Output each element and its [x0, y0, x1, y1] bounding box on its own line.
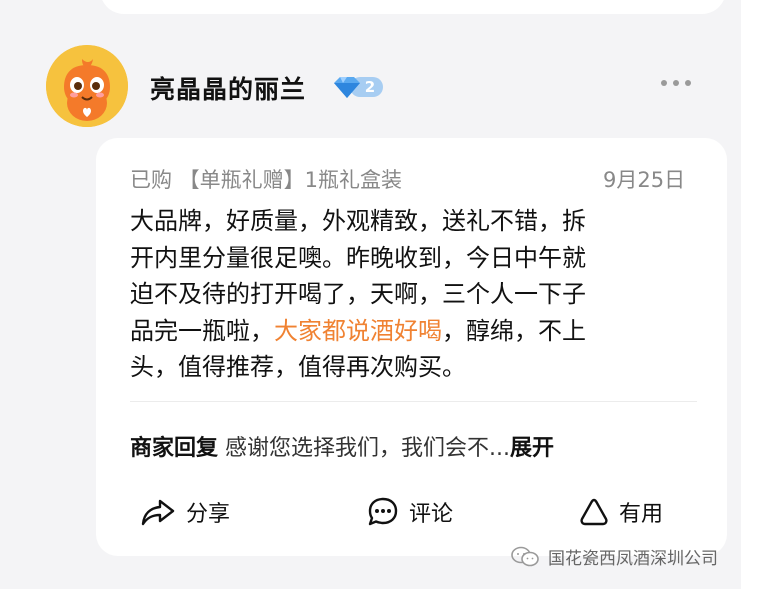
previous-card — [100, 0, 726, 14]
more-options-icon[interactable] — [661, 80, 699, 92]
expand-button[interactable]: 展开 — [510, 436, 554, 461]
watermark-text: 国花瓷西凤酒深圳公司 — [548, 549, 718, 569]
comment-icon — [368, 497, 398, 526]
merchant-reply[interactable]: 商家回复 感谢您选择我们，我们会不...展开 — [130, 430, 554, 462]
review-text: 大品牌，好质量，外观精致，送礼不错，拆 开内里分量很足噢。昨晚收到，今日中午就 … — [130, 203, 695, 386]
username[interactable]: 亮晶晶的丽兰 — [150, 70, 306, 106]
useful-button[interactable]: 有用 — [579, 496, 663, 528]
page-edge — [741, 0, 761, 589]
review-line: 开内里分量很足噢。昨晚收到，今日中午就 — [130, 243, 586, 272]
level-number: 2 — [364, 78, 376, 96]
review-line-text: ，醇绵，不上 — [442, 316, 586, 345]
review-line: 品完一瓶啦，大家都说酒好喝，醇绵，不上 — [130, 313, 695, 350]
review-date: 9月25日 — [603, 168, 686, 192]
share-icon — [141, 499, 175, 526]
avatar[interactable] — [46, 45, 128, 127]
watermark: 国花瓷西凤酒深圳公司 — [510, 544, 718, 569]
purchase-info: 已购 【单瓶礼赠】1瓶礼盒装 — [130, 168, 403, 192]
share-button[interactable]: 分享 — [140, 496, 230, 528]
review-line: 大品牌，好质量，外观精致，送礼不错，拆 — [130, 207, 586, 235]
share-label: 分享 — [186, 502, 231, 527]
review-line-text: 品完一瓶啦， — [130, 316, 274, 345]
comment-label: 评论 — [409, 502, 454, 527]
divider — [130, 401, 697, 402]
review-line: 迫不及待的打开喝了，天啊，三个人一下子 — [130, 280, 586, 308]
thumbs-up-icon — [580, 498, 608, 526]
reply-label: 商家回复 — [130, 436, 219, 461]
wechat-icon — [511, 546, 539, 566]
review-line: 头，值得推荐，值得再次购买。 — [130, 353, 466, 381]
useful-label: 有用 — [619, 502, 664, 527]
reply-text: 感谢您选择我们，我们会不... — [218, 436, 510, 461]
highlight-tag[interactable]: 大家都说酒好喝 — [274, 317, 442, 345]
comment-button[interactable]: 评论 — [367, 496, 453, 528]
